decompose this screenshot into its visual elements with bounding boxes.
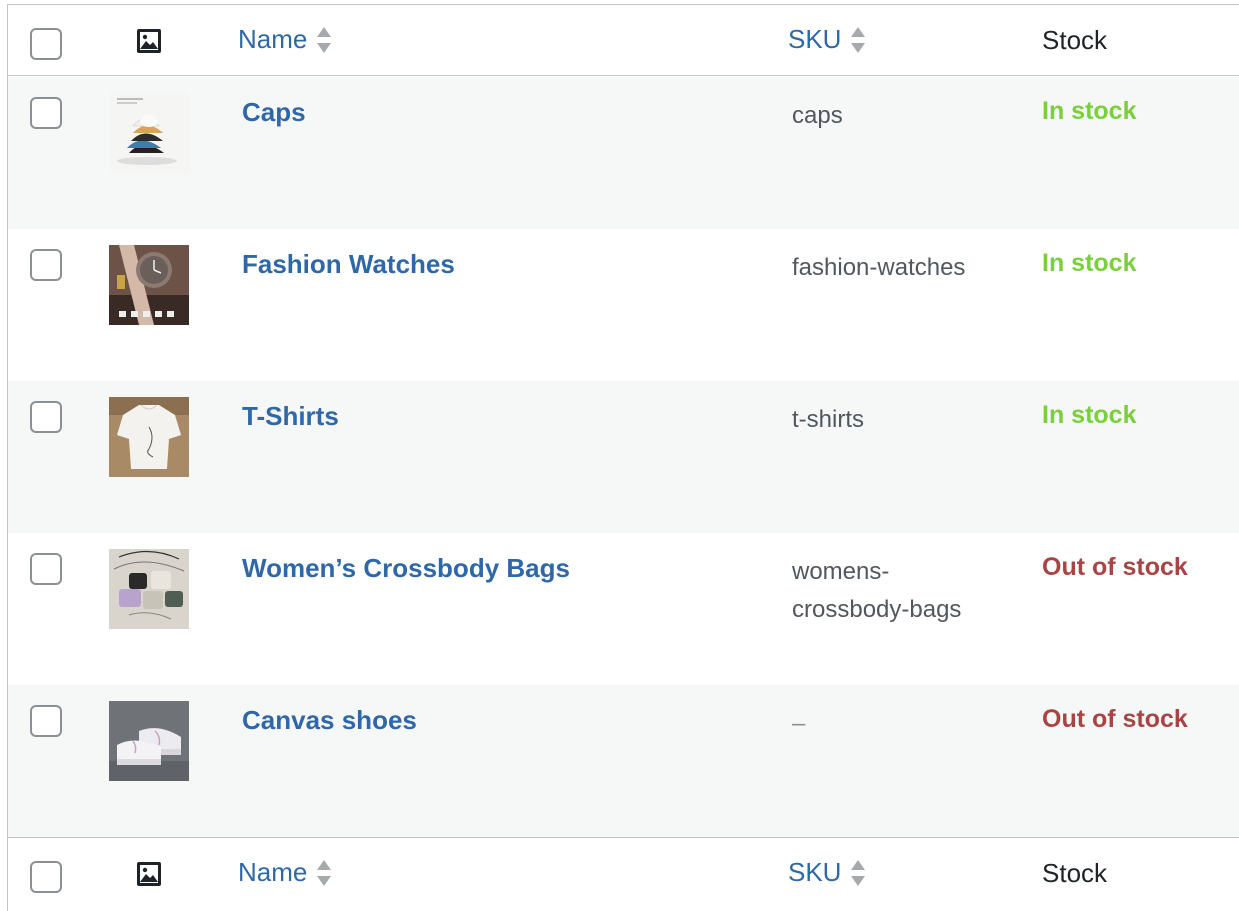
sort-icon[interactable] — [850, 25, 866, 55]
product-sku: caps — [792, 102, 843, 129]
column-footer-name-label: Name — [238, 857, 308, 887]
product-sku-line: crossbody-bags — [792, 596, 962, 623]
product-sku: fashion-watches — [792, 254, 966, 281]
column-header-sku-label: SKU — [788, 24, 842, 54]
column-header-name[interactable]: Name — [238, 24, 332, 55]
stock-status: In stock — [1042, 249, 1137, 277]
sort-icon[interactable] — [316, 25, 332, 55]
table-header: Name SKU Stock — [8, 5, 1239, 76]
product-sku: – — [792, 710, 806, 737]
product-name-link[interactable]: Caps — [242, 97, 306, 128]
product-name-link[interactable]: Fashion Watches — [242, 249, 455, 280]
column-footer-stock: Stock — [1042, 858, 1108, 888]
image-icon — [137, 29, 161, 53]
product-sku: t-shirts — [792, 406, 864, 433]
bags-thumbnail[interactable] — [109, 549, 189, 629]
select-all-checkbox[interactable] — [30, 28, 62, 60]
product-sku-line: womens- — [792, 558, 890, 585]
product-name-link[interactable]: Canvas shoes — [242, 705, 417, 736]
stock-status: In stock — [1042, 97, 1137, 125]
column-footer-name[interactable]: Name — [238, 857, 332, 888]
stock-status: In stock — [1042, 401, 1137, 429]
row-checkbox[interactable] — [30, 97, 62, 129]
sort-icon[interactable] — [316, 858, 332, 888]
row-checkbox[interactable] — [30, 553, 62, 585]
stock-status: Out of stock — [1042, 553, 1188, 581]
image-icon — [137, 862, 161, 886]
table-row: Caps caps In stock — [8, 77, 1239, 229]
product-sku: womens- crossbody-bags — [792, 553, 1012, 629]
watches-thumbnail[interactable] — [109, 245, 189, 325]
tshirt-thumbnail[interactable] — [109, 397, 189, 477]
row-checkbox[interactable] — [30, 705, 62, 737]
table-row: Women’s Crossbody Bags womens- crossbody… — [8, 533, 1239, 685]
table-row: Canvas shoes – Out of stock — [8, 685, 1239, 837]
column-footer-sku-label: SKU — [788, 857, 842, 887]
table-row: T-Shirts t-shirts In stock — [8, 381, 1239, 533]
row-checkbox[interactable] — [30, 249, 62, 281]
caps-thumbnail[interactable] — [109, 93, 189, 173]
product-name-link[interactable]: T-Shirts — [242, 401, 339, 432]
stock-status: Out of stock — [1042, 705, 1188, 733]
products-table: Name SKU Stock Caps caps In stock Fashio… — [7, 4, 1239, 911]
product-name-link[interactable]: Women’s Crossbody Bags — [242, 553, 570, 584]
shoes-thumbnail[interactable] — [109, 701, 189, 781]
column-header-stock: Stock — [1042, 25, 1108, 55]
column-header-sku[interactable]: SKU — [788, 24, 866, 55]
select-all-checkbox-footer[interactable] — [30, 861, 62, 893]
table-row: Fashion Watches fashion-watches In stock — [8, 229, 1239, 381]
column-footer-sku[interactable]: SKU — [788, 857, 866, 888]
table-footer: Name SKU Stock — [8, 837, 1239, 911]
sort-icon[interactable] — [850, 858, 866, 888]
row-checkbox[interactable] — [30, 401, 62, 433]
column-header-name-label: Name — [238, 24, 308, 54]
